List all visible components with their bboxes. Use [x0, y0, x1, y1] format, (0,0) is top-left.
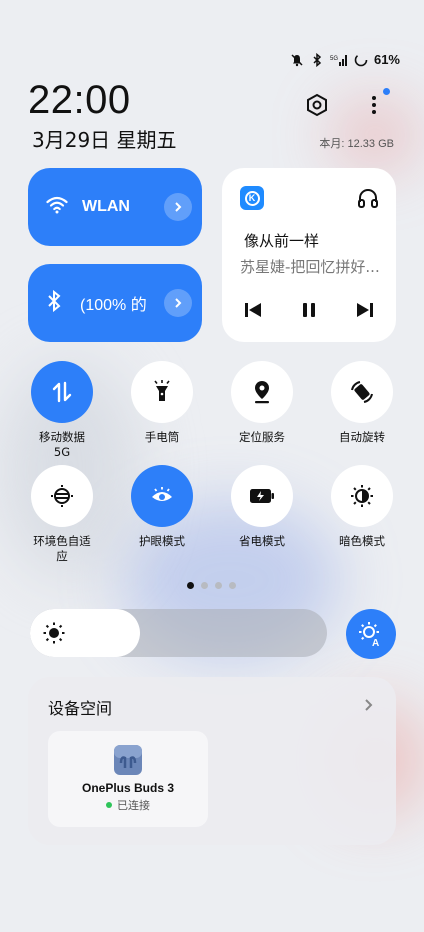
- auto-rotate-button[interactable]: [331, 361, 393, 423]
- rotate-icon: [351, 381, 373, 403]
- bluetooth-icon: [310, 52, 324, 67]
- song-artist: 苏星婕-把回忆拼好...: [240, 258, 380, 276]
- dark-mode-label: 暗色模式: [339, 534, 385, 548]
- data-arrows-icon: [52, 381, 72, 403]
- 5g-signal-icon: 5G: [330, 53, 348, 67]
- battery-percent: 61%: [373, 52, 400, 67]
- chevron-right-icon: [175, 202, 182, 212]
- skip-next-icon: [357, 303, 373, 317]
- next-track-button[interactable]: [353, 298, 377, 322]
- page-dot[interactable]: [229, 582, 236, 589]
- mobile-data-label: 移动数据 5G: [39, 430, 85, 459]
- more-options-button[interactable]: [362, 90, 386, 120]
- more-vertical-icon: [372, 96, 376, 114]
- flashlight-button[interactable]: [131, 361, 193, 423]
- adaptive-color-label: 环境色自适应: [33, 534, 91, 563]
- headphones-icon[interactable]: [356, 186, 380, 210]
- page-indicator: [187, 582, 236, 589]
- device-status-text: 已连接: [117, 799, 150, 812]
- settings-button[interactable]: [302, 90, 332, 120]
- connected-dot: [106, 802, 112, 808]
- song-title: 像从前一样: [244, 232, 320, 250]
- power-saving-toggle[interactable]: 省电模式: [212, 465, 312, 549]
- previous-track-button[interactable]: [241, 298, 265, 322]
- location-toggle[interactable]: 定位服务: [212, 361, 312, 445]
- page-dot[interactable]: [215, 582, 222, 589]
- device-status: 已连接: [48, 797, 208, 813]
- page-dot[interactable]: [201, 582, 208, 589]
- earbuds-case-icon: [112, 741, 144, 777]
- battery-saver-icon: [250, 489, 274, 503]
- eye-icon: [152, 487, 172, 501]
- auto-rotate-toggle[interactable]: 自动旋转: [312, 361, 412, 445]
- auto-rotate-label: 自动旋转: [339, 430, 385, 444]
- power-saving-button[interactable]: [231, 465, 293, 527]
- data-usage[interactable]: 本月: 12.33 GB: [319, 135, 394, 151]
- chevron-right-icon: [175, 298, 182, 308]
- bluetooth-label: (100% 的: [80, 297, 147, 314]
- media-player-card[interactable]: K 像从前一样 苏星婕-把回忆拼好...: [222, 168, 396, 342]
- adaptive-color-button[interactable]: [31, 465, 93, 527]
- pause-button[interactable]: [297, 298, 321, 322]
- adaptive-tone-icon: [51, 485, 73, 507]
- flashlight-toggle[interactable]: 手电筒: [112, 361, 212, 445]
- status-bar: 5G 61%: [290, 52, 400, 67]
- dark-mode-icon: [351, 485, 373, 507]
- device-name: OnePlus Buds 3: [81, 781, 175, 795]
- location-pin-icon: [255, 381, 269, 404]
- wlan-expand-button[interactable]: [164, 193, 192, 221]
- brightness-icon: [43, 622, 65, 644]
- flashlight-icon: [154, 380, 170, 401]
- location-button[interactable]: [231, 361, 293, 423]
- pause-icon: [303, 303, 315, 317]
- skip-previous-icon: [245, 303, 261, 317]
- wlan-tile[interactable]: WLAN: [28, 168, 202, 246]
- mobile-data-button[interactable]: [31, 361, 93, 423]
- svg-text:A: A: [372, 638, 379, 647]
- bluetooth-tile[interactable]: (100% 的: [28, 264, 202, 342]
- device-space-title: 设备空间: [48, 699, 113, 718]
- wlan-label: WLAN: [82, 198, 130, 215]
- adaptive-color-toggle[interactable]: 环境色自适应: [12, 465, 112, 564]
- eye-comfort-toggle[interactable]: 护眼模式: [112, 465, 212, 549]
- svg-text:5G: 5G: [330, 56, 338, 62]
- battery-icon: [354, 53, 368, 67]
- dark-mode-toggle[interactable]: 暗色模式: [312, 465, 412, 549]
- bluetooth-icon: [46, 289, 62, 316]
- wifi-icon: [46, 196, 68, 218]
- page-dot[interactable]: [187, 582, 194, 589]
- auto-brightness-icon: A: [359, 622, 379, 647]
- mute-icon: [290, 53, 304, 67]
- clock-time: 22:00: [28, 78, 131, 122]
- clock-date: 3月29日 星期五: [32, 128, 177, 152]
- bluetooth-expand-button[interactable]: [164, 289, 192, 317]
- eye-comfort-label: 护眼模式: [139, 534, 185, 548]
- chevron-right-icon[interactable]: [364, 697, 378, 713]
- kugou-app-icon[interactable]: K: [240, 186, 264, 210]
- location-label: 定位服务: [239, 430, 285, 444]
- power-saving-label: 省电模式: [239, 534, 285, 548]
- flashlight-label: 手电筒: [144, 430, 180, 444]
- device-space-panel[interactable]: 设备空间 OnePlus Buds 3 已连接: [28, 677, 396, 845]
- eye-comfort-button[interactable]: [131, 465, 193, 527]
- settings-icon: [307, 93, 327, 117]
- mobile-data-toggle[interactable]: 移动数据 5G: [12, 361, 112, 460]
- brightness-slider[interactable]: [30, 609, 327, 657]
- auto-brightness-button[interactable]: A: [346, 609, 396, 659]
- dark-mode-button[interactable]: [331, 465, 393, 527]
- device-card[interactable]: OnePlus Buds 3 已连接: [48, 731, 208, 827]
- notification-dot: [383, 88, 390, 95]
